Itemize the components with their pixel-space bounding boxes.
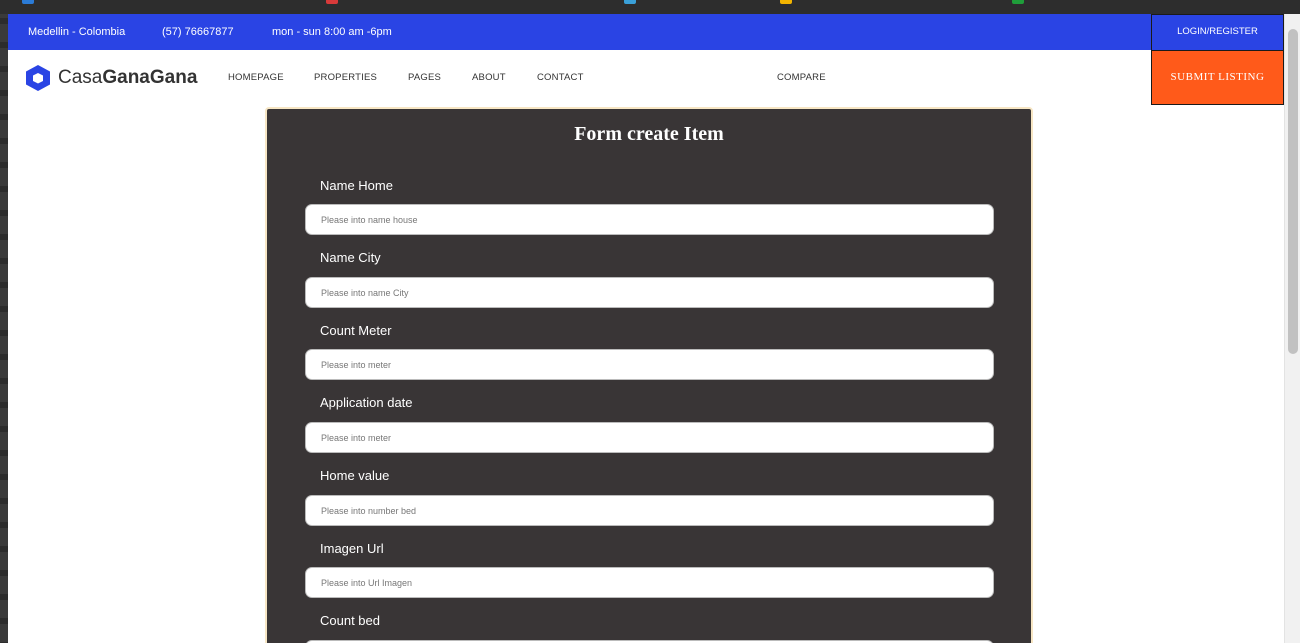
name-city-label: Name City [320, 250, 381, 265]
home-value-label: Home value [320, 468, 390, 483]
nav-pages[interactable]: PAGES [408, 72, 441, 83]
application-date-label: Application date [320, 395, 413, 410]
page: Medellin - Colombia (57) 76667877 mon - … [8, 14, 1284, 643]
nav-compare[interactable]: COMPARE [777, 72, 826, 83]
name-home-input[interactable] [305, 204, 994, 235]
hours-text: mon - sun 8:00 am -6pm [272, 26, 392, 38]
bookmark-icon[interactable] [1012, 0, 1024, 4]
brand-prefix: Casa [58, 67, 103, 88]
bookmark-icon[interactable] [326, 0, 338, 4]
top-info-bar: Medellin - Colombia (57) 76667877 mon - … [8, 14, 1284, 50]
home-value-input[interactable] [305, 495, 994, 526]
nav-about[interactable]: ABOUT [472, 72, 506, 83]
logo[interactable]: CasaGanaGana [24, 64, 197, 92]
create-item-form: Form create Item Name Home Name City Cou… [265, 107, 1033, 643]
imagen-url-label: Imagen Url [320, 541, 384, 556]
submit-listing-button[interactable]: SUBMIT LISTING [1151, 50, 1284, 105]
login-register-button[interactable]: LOGIN/REGISTER [1151, 14, 1284, 50]
bookmarks-bar [0, 0, 1300, 14]
brand-name: CasaGanaGana [58, 67, 197, 89]
name-city-input[interactable] [305, 277, 994, 308]
count-bed-label: Count bed [320, 613, 380, 628]
application-date-input[interactable] [305, 422, 994, 453]
vertical-scrollbar[interactable] [1284, 14, 1300, 643]
nav-contact[interactable]: CONTACT [537, 72, 584, 83]
scrollbar-thumb[interactable] [1288, 29, 1298, 354]
count-meter-label: Count Meter [320, 323, 392, 338]
count-meter-input[interactable] [305, 349, 994, 380]
nav-properties[interactable]: PROPERTIES [314, 72, 377, 83]
nav-homepage[interactable]: HOMEPAGE [228, 72, 284, 83]
form-title: Form create Item [574, 123, 724, 145]
brand-bold: GanaGana [102, 67, 198, 88]
bookmark-icon[interactable] [780, 0, 792, 4]
bookmark-icon[interactable] [624, 0, 636, 4]
main-nav: CasaGanaGana HOMEPAGE PROPERTIES PAGES A… [8, 50, 1284, 105]
imagen-url-input[interactable] [305, 567, 994, 598]
bookmark-icon[interactable] [22, 0, 34, 4]
name-home-label: Name Home [320, 178, 393, 193]
desktop-edge [0, 0, 8, 643]
phone-text: (57) 76667877 [162, 26, 234, 38]
location-text: Medellin - Colombia [28, 26, 126, 38]
hexagon-logo-icon [26, 65, 50, 91]
